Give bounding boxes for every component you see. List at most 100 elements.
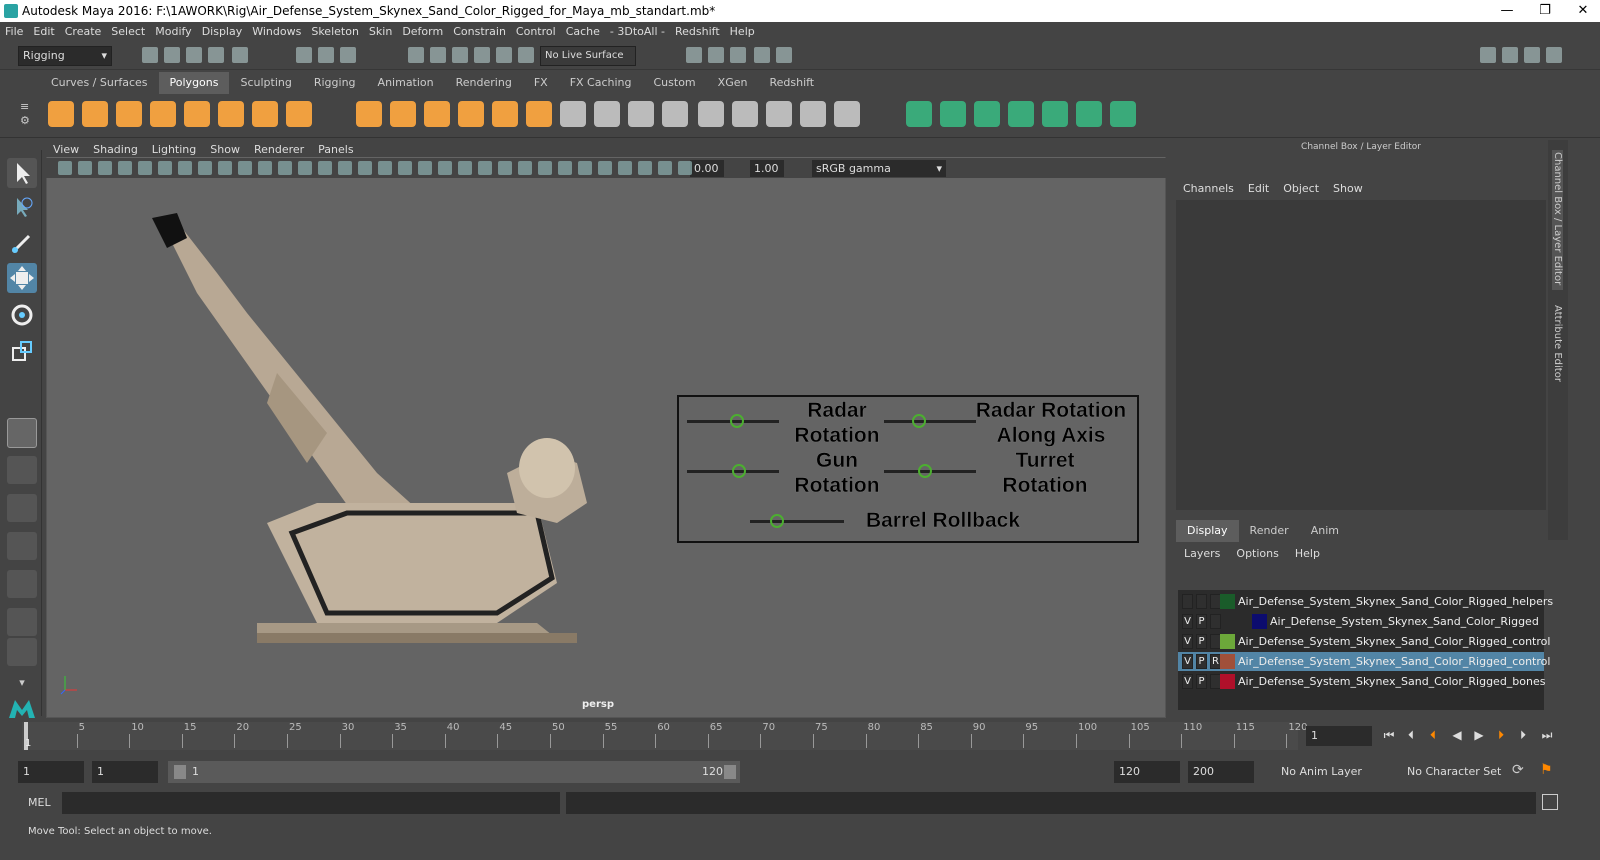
shelf-tool-icon[interactable] (766, 101, 792, 127)
channel-menu-channels[interactable]: Channels (1183, 182, 1234, 195)
menu-constrain[interactable]: Constrain (453, 25, 506, 38)
layout-four-icon[interactable] (7, 494, 37, 522)
viewport-menu-panels[interactable]: Panels (318, 143, 353, 156)
layer-color-swatch[interactable] (1252, 614, 1267, 629)
channel-box-area[interactable] (1176, 200, 1546, 510)
scale-tool-icon[interactable] (7, 336, 37, 366)
playback-end-field[interactable]: 120 (1114, 761, 1180, 783)
viewport-toggle-icon[interactable] (258, 161, 272, 175)
layer-playback-toggle[interactable]: P (1196, 614, 1207, 629)
toolbar-icon[interactable] (340, 47, 356, 63)
shelf-tool-icon[interactable] (698, 101, 724, 127)
toolbar-icon[interactable] (754, 47, 770, 63)
viewport-toggle-icon[interactable] (358, 161, 372, 175)
layer-visibility-toggle[interactable] (1182, 594, 1193, 609)
anim-prefs-icon[interactable]: ⟳ (1512, 762, 1524, 778)
menu-set-dropdown[interactable]: Rigging ▾ (18, 46, 112, 66)
layer-color-swatch[interactable] (1220, 634, 1235, 649)
radar-rotation-control[interactable] (730, 414, 744, 428)
toolbar-icon[interactable] (186, 47, 202, 63)
toolbar-icon[interactable] (518, 47, 534, 63)
shelf-tool-icon[interactable] (1110, 101, 1136, 127)
radar-axis-control[interactable] (912, 414, 926, 428)
step-forward-frame-icon[interactable]: ⏵ (1494, 728, 1508, 742)
shelf-tool-icon[interactable] (526, 101, 552, 127)
viewport-toggle-icon[interactable] (678, 161, 692, 175)
viewport-toggle-icon[interactable] (198, 161, 212, 175)
layer-row[interactable]: V P Air_Defense_System_Skynex_Sand_Color_R… (1178, 632, 1550, 651)
go-to-start-icon[interactable]: ⏮ (1382, 728, 1396, 742)
viewport-toggle-icon[interactable] (78, 161, 92, 175)
toolbar-icon[interactable] (776, 47, 792, 63)
scene-start-field[interactable]: 1 (18, 761, 84, 783)
shelf-tool-icon[interactable] (594, 101, 620, 127)
shelf-tool-icon[interactable] (458, 101, 484, 127)
shelf-tool-icon[interactable] (390, 101, 416, 127)
auto-key-icon[interactable]: ⚑ (1540, 762, 1553, 778)
viewport-toggle-icon[interactable] (238, 161, 252, 175)
menu-skeleton[interactable]: Skeleton (311, 25, 359, 38)
step-back-frame-icon[interactable]: ⏴ (1426, 728, 1440, 742)
paint-select-tool-icon[interactable] (7, 228, 37, 258)
shelf-tool-icon[interactable] (150, 101, 176, 127)
layer-tab-anim[interactable]: Anim (1300, 520, 1350, 542)
menu-redshift[interactable]: Redshift (675, 25, 720, 38)
toolbar-icon[interactable] (318, 47, 334, 63)
workspace-icon[interactable] (1480, 47, 1496, 63)
layer-row[interactable]: V P Air_Defense_System_Skynex_Sand_Color_R… (1178, 612, 1544, 631)
toolbar-icon[interactable] (232, 47, 248, 63)
viewport-menu-renderer[interactable]: Renderer (254, 143, 304, 156)
shelf-tool-icon[interactable] (48, 101, 74, 127)
attribute-editor-side-tab[interactable]: Attribute Editor (1552, 305, 1563, 382)
shelf-menu-icon[interactable]: ≡ (20, 100, 29, 113)
turret-rotation-control[interactable] (918, 464, 932, 478)
script-editor-icon[interactable] (1542, 794, 1558, 810)
viewport-toggle-icon[interactable] (498, 161, 512, 175)
layer-row[interactable]: V P R Air_Defense_System_Skynex_Sand_Color_… (1178, 652, 1550, 671)
menu-control[interactable]: Control (516, 25, 556, 38)
viewport-toggle-icon[interactable] (438, 161, 452, 175)
shelf-tool-icon[interactable] (252, 101, 278, 127)
toolbar-icon[interactable] (686, 47, 702, 63)
exposure-field[interactable]: 0.00 (690, 160, 724, 177)
viewport-toggle-icon[interactable] (578, 161, 592, 175)
layer-playback-toggle[interactable] (1196, 594, 1207, 609)
select-tool-icon[interactable] (7, 158, 37, 188)
layout-more-icon[interactable]: ▾ (7, 676, 37, 696)
channel-menu-show[interactable]: Show (1333, 182, 1363, 195)
viewport-toggle-icon[interactable] (598, 161, 612, 175)
viewport-toggle-icon[interactable] (618, 161, 632, 175)
layer-name[interactable]: Air_Defense_System_Skynex_Sand_Color_Rig… (1238, 632, 1550, 651)
barrel-rollback-control[interactable] (770, 514, 784, 528)
shelf-tab-xgen[interactable]: XGen (707, 72, 759, 94)
shelf-tool-icon[interactable] (286, 101, 312, 127)
shelf-tab-polygons[interactable]: Polygons (158, 72, 230, 94)
viewport-toggle-icon[interactable] (58, 161, 72, 175)
shelf-settings-icon[interactable]: ⚙ (20, 114, 30, 127)
toolbar-icon[interactable] (730, 47, 746, 63)
channel-menu-object[interactable]: Object (1283, 182, 1319, 195)
viewport-toggle-icon[interactable] (338, 161, 352, 175)
toolbar-icon[interactable] (430, 47, 446, 63)
colorspace-dropdown[interactable]: sRGB gamma ▾ (812, 160, 946, 177)
shelf-tab-sculpting[interactable]: Sculpting (229, 72, 302, 94)
last-tool-icon[interactable] (7, 418, 37, 448)
viewport-toggle-icon[interactable] (98, 161, 112, 175)
layer-visibility-toggle[interactable]: V (1182, 654, 1193, 669)
toolbar-icon[interactable] (474, 47, 490, 63)
close-button[interactable]: ✕ (1560, 0, 1600, 22)
menu-help[interactable]: Help (730, 25, 755, 38)
viewport-toggle-icon[interactable] (218, 161, 232, 175)
shelf-tab-curves-surfaces[interactable]: Curves / Surfaces (40, 72, 159, 94)
menu-file[interactable]: File (5, 25, 23, 38)
menu-modify[interactable]: Modify (155, 25, 191, 38)
shelf-tool-icon[interactable] (184, 101, 210, 127)
viewport-menu-lighting[interactable]: Lighting (152, 143, 196, 156)
menu-3dtoall[interactable]: - 3DtoAll - (610, 25, 665, 38)
layer-visibility-toggle[interactable]: V (1182, 614, 1193, 629)
layer-visibility-toggle[interactable]: V (1182, 634, 1193, 649)
viewport-toggle-icon[interactable] (298, 161, 312, 175)
shelf-tool-icon[interactable] (1008, 101, 1034, 127)
shelf-tab-custom[interactable]: Custom (643, 72, 707, 94)
viewport-toggle-icon[interactable] (138, 161, 152, 175)
